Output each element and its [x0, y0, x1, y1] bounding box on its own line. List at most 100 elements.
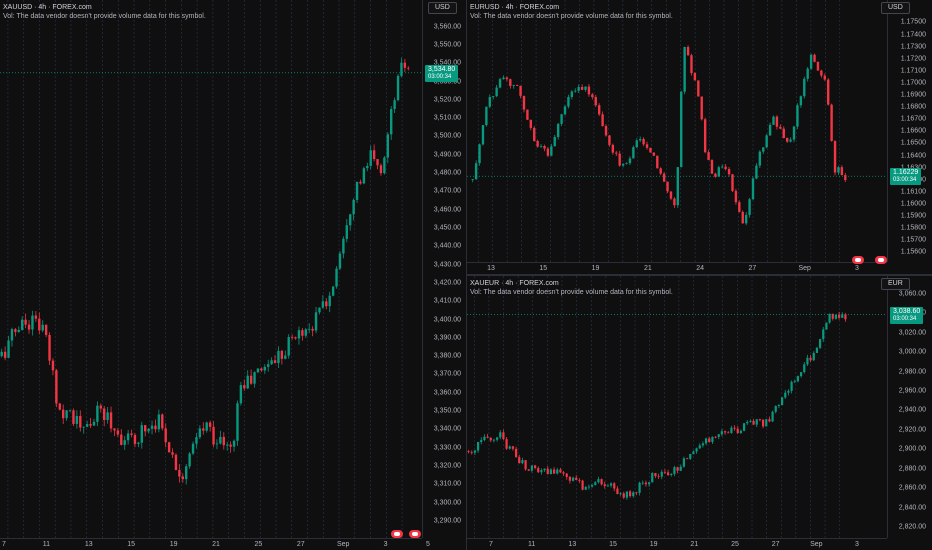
candle-body	[834, 314, 838, 319]
price-scale[interactable]: 1.17500 1.17400 1.17300 1.17200 1.17100 1.170…	[887, 0, 932, 262]
candle-body	[799, 372, 803, 377]
candle-body	[823, 75, 826, 80]
xauusd-candles[interactable]	[0, 0, 466, 550]
candle-body	[505, 439, 508, 449]
candle-body	[96, 405, 99, 422]
candle-body	[150, 425, 154, 429]
price-tick-label: 3,460.00	[433, 206, 461, 214]
candle-body	[527, 469, 530, 471]
last-price: 1.16229	[893, 169, 919, 177]
price-tick-label: 3,020.00	[898, 329, 926, 337]
time-tick-label: 25	[254, 541, 263, 548]
candle-body	[697, 80, 700, 97]
candle-body	[546, 468, 549, 475]
candle-body	[533, 127, 536, 142]
time-tick-label: 21	[212, 541, 220, 548]
currency-button[interactable]: EUR	[881, 278, 910, 290]
candle-body	[157, 414, 161, 430]
candle-body	[338, 253, 342, 269]
economic-event-icon[interactable]	[852, 256, 864, 264]
economic-event-icon[interactable]	[391, 530, 403, 538]
time-tick-label: 3	[383, 541, 388, 548]
price-tick-label: 2,980.00	[898, 368, 926, 376]
price-tick-label: 1.17100	[900, 67, 926, 75]
time-tick-label: 13	[568, 541, 577, 548]
eurusd-candles[interactable]	[467, 0, 932, 274]
candle-body	[777, 405, 781, 406]
chart-pane-xaueur[interactable]: XAUEUR · 4h · FOREX.com Vol: The data ve…	[467, 276, 932, 550]
candle-body	[488, 97, 491, 107]
candle-body	[784, 392, 787, 398]
candle-body	[273, 360, 277, 364]
candle-body	[99, 405, 102, 409]
candle-body	[635, 492, 638, 494]
candle-body	[372, 150, 376, 160]
candle-body	[720, 431, 724, 435]
price-tick-label: 3,310.00	[433, 480, 461, 488]
candle-body	[649, 147, 652, 153]
candle-body	[597, 105, 601, 115]
candle-body	[621, 163, 625, 166]
candle-body	[236, 403, 239, 441]
candle-body	[75, 415, 79, 424]
xaueur-candles[interactable]	[467, 276, 932, 550]
candle-body	[352, 199, 355, 215]
candle-body	[92, 421, 96, 426]
candle-body	[17, 329, 20, 332]
candle-body	[762, 147, 765, 152]
candle-body	[144, 425, 147, 432]
candle-body	[113, 428, 116, 431]
price-tick-label: 2,820.00	[898, 523, 926, 531]
candle-body	[188, 453, 191, 467]
candle-body	[164, 428, 167, 443]
legend-symbol: XAUEUR · 4h · FOREX.com	[470, 280, 559, 287]
candle-body	[318, 307, 321, 313]
candle-body	[600, 479, 603, 485]
chart-pane-xauusd[interactable]: XAUUSD · 4h · FOREX.com Vol: The data ve…	[0, 0, 466, 550]
candle-body	[844, 175, 847, 181]
chart-pane-eurusd[interactable]: EURUSD · 4h · FOREX.com Vol: The data ve…	[467, 0, 932, 274]
price-tick-label: 3,380.00	[433, 352, 461, 360]
candle-body	[553, 137, 556, 147]
candle-body	[571, 477, 575, 481]
candle-body	[508, 446, 511, 449]
time-tick-label: 3	[855, 541, 859, 548]
candle-body	[632, 147, 635, 159]
time-tick-label: 11	[42, 541, 51, 548]
candle-body	[775, 116, 779, 127]
pane-divider-horizontal[interactable]	[467, 274, 932, 276]
price-tick-label: 3,450.00	[433, 224, 461, 232]
time-scale[interactable]: 7 11 13 15 19 21 25 27 Sep 3	[467, 538, 887, 550]
currency-button[interactable]: USD	[428, 2, 457, 14]
candle-body	[287, 337, 290, 356]
candle-body	[840, 167, 844, 176]
candle-body	[480, 440, 483, 442]
time-scale[interactable]: 7 11 13 15 19 21 25 27 Sep 3 5	[0, 538, 430, 550]
price-tick-label: 3,500.00	[433, 132, 461, 140]
candle-body	[704, 438, 708, 444]
candle-body	[703, 119, 707, 153]
candle-body	[226, 444, 229, 446]
candle-body	[476, 441, 480, 451]
price-tick-label: 2,900.00	[898, 445, 926, 453]
candle-body	[693, 73, 697, 81]
currency-button[interactable]: USD	[881, 2, 910, 14]
economic-event-icon[interactable]	[409, 530, 421, 538]
price-tick-label: 1.15600	[900, 248, 926, 256]
time-tick-label: 13	[487, 265, 495, 272]
time-scale[interactable]: 13 15 19 21 24 27 Sep 3	[467, 262, 887, 274]
candle-body	[580, 86, 584, 90]
candle-body	[577, 86, 580, 91]
candle-body	[537, 467, 540, 473]
candle-body	[294, 337, 297, 339]
candle-body	[742, 423, 746, 431]
candle-body	[790, 381, 793, 391]
economic-event-icon[interactable]	[875, 256, 887, 264]
time-tick-label: 27	[296, 541, 305, 548]
candle-body	[701, 443, 705, 446]
candle-body	[682, 458, 686, 467]
candle-body	[758, 151, 762, 166]
candle-body	[827, 79, 830, 105]
candle-body	[246, 375, 249, 389]
time-tick-label: 24	[696, 265, 705, 272]
